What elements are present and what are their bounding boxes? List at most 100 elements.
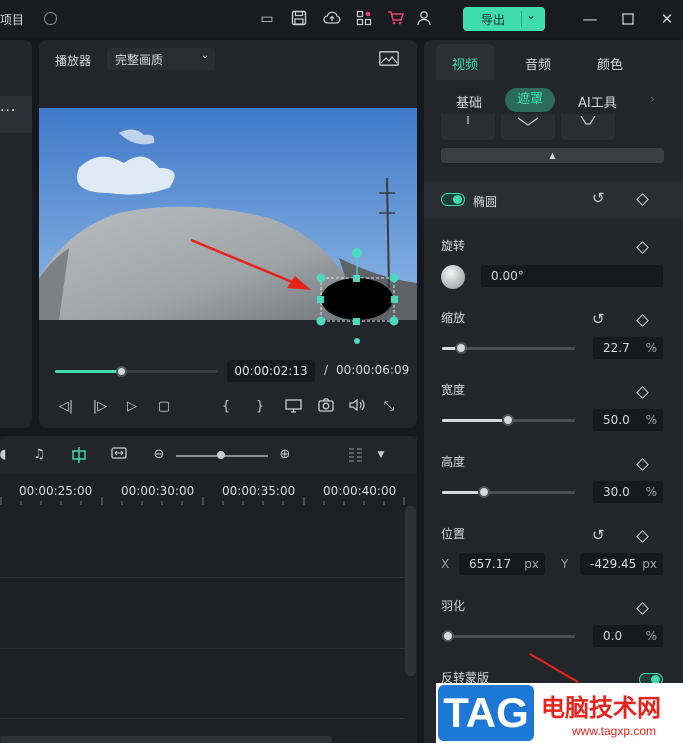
next-frame-icon[interactable]: |▷ <box>91 398 109 416</box>
minimize-icon[interactable]: — <box>580 9 600 29</box>
position-y-input[interactable]: -429.45 px <box>580 553 663 575</box>
mark-out-icon[interactable]: } <box>251 398 269 416</box>
mask-shape-heart[interactable] <box>501 114 555 140</box>
mask-name: 椭圆 <box>473 195 498 209</box>
mask-overlay[interactable] <box>309 240 409 350</box>
position-y-value: -429.45 <box>590 557 637 571</box>
timeline-scrollbar[interactable] <box>405 506 416 676</box>
width-label: 宽度 <box>441 383 466 397</box>
user-icon[interactable] <box>415 10 433 28</box>
scale-label: 缩放 <box>441 311 466 325</box>
mask-shape-star[interactable] <box>561 114 615 140</box>
save-icon[interactable] <box>290 10 308 28</box>
reset-icon[interactable]: ↺ <box>592 189 605 207</box>
tab-color[interactable]: 颜色 <box>597 54 623 73</box>
cloud-upload-icon[interactable] <box>323 10 341 28</box>
export-divider <box>521 11 522 27</box>
playhead-handle[interactable] <box>116 366 127 377</box>
play-icon[interactable]: ▷ <box>123 398 141 416</box>
status-check-icon[interactable] <box>44 12 57 25</box>
scale-value: 22.7 <box>603 341 630 355</box>
tab-video[interactable]: 视频 <box>452 54 478 73</box>
feather-slider-track[interactable] <box>442 635 575 638</box>
volume-icon[interactable] <box>348 398 366 416</box>
track-divider <box>0 577 405 578</box>
ruler-ticks <box>0 497 405 505</box>
microphone-icon[interactable]: ◖ <box>0 446 12 464</box>
mask-enable-toggle[interactable] <box>441 193 465 206</box>
rotation-input[interactable]: 0.00° <box>481 265 663 287</box>
position-x-label: X <box>441 557 450 571</box>
stop-icon[interactable]: ▢ <box>155 398 173 416</box>
width-input[interactable]: 50.0 % <box>593 409 663 431</box>
feather-label: 羽化 <box>441 599 466 613</box>
more-options-icon[interactable]: ··· <box>0 103 16 119</box>
annotation-arrow <box>190 238 311 290</box>
snapshot-image-icon[interactable] <box>379 51 399 66</box>
current-timecode[interactable]: 00:00:02:13 <box>227 360 315 382</box>
zoom-out-icon[interactable]: ⊖ <box>150 446 168 464</box>
grid-apps-icon[interactable] <box>355 10 373 28</box>
ruler-tick-label: 00:00:40:00 <box>323 484 397 498</box>
rotation-dial[interactable] <box>441 265 465 289</box>
scale-input[interactable]: 22.7 % <box>593 337 663 359</box>
watermark-url: www.tagxp.com <box>572 724 657 738</box>
height-slider-handle[interactable] <box>478 486 490 498</box>
width-unit: % <box>645 413 657 427</box>
music-note-icon[interactable]: ♫ <box>30 446 48 464</box>
height-input[interactable]: 30.0 % <box>593 481 663 503</box>
playback-progress-fill <box>55 370 121 373</box>
position-x-value: 657.17 <box>469 557 511 571</box>
maximize-icon[interactable] <box>618 9 638 29</box>
timeline-h-scrollbar[interactable] <box>0 736 332 743</box>
reset-icon[interactable]: ↺ <box>592 310 605 328</box>
caret-down-icon[interactable]: ▼ <box>372 446 390 464</box>
zoom-in-icon[interactable]: ⊕ <box>276 446 294 464</box>
height-label: 高度 <box>441 455 466 469</box>
position-x-input[interactable]: 657.17 px <box>459 553 545 575</box>
subtab-ai-tools[interactable]: AI工具 <box>578 92 617 111</box>
subtab-mask[interactable]: 遮罩 <box>505 88 555 112</box>
height-value: 30.0 <box>603 485 630 499</box>
rotation-value: 0.00° <box>491 269 524 283</box>
tab-audio[interactable]: 音频 <box>525 54 551 73</box>
toggle-knob <box>453 194 462 204</box>
width-slider-fill <box>442 419 508 422</box>
reset-icon[interactable]: ↺ <box>592 526 605 544</box>
subtab-basic[interactable]: 基础 <box>456 92 482 111</box>
mask-shape-line[interactable] <box>441 114 495 140</box>
ruler-tick-label: 00:00:30:00 <box>121 484 195 498</box>
camera-icon[interactable] <box>317 398 335 416</box>
cart-icon[interactable] <box>387 10 405 28</box>
fullscreen-icon[interactable]: ⤡ <box>380 398 398 416</box>
snap-magnet-icon[interactable] <box>70 446 88 464</box>
zoom-slider-handle[interactable] <box>217 451 225 459</box>
chevron-down-icon: ⌄ <box>201 50 210 61</box>
layout-icon[interactable]: ▭ <box>258 10 276 28</box>
feather-input[interactable]: 0.0 % <box>593 625 663 647</box>
ruler-tick-label: 00:00:25:00 <box>19 484 93 498</box>
collapse-shapes-button[interactable]: ▲ <box>441 148 664 163</box>
audio-meter-icon[interactable] <box>347 446 365 464</box>
fit-timeline-icon[interactable] <box>110 446 128 464</box>
export-button[interactable]: 导出 ⌄ <box>463 7 545 31</box>
feather-slider-handle[interactable] <box>442 630 454 642</box>
timecode-separator: / <box>324 363 329 377</box>
quality-dropdown[interactable]: 完整画质 ⌄ <box>107 48 215 70</box>
chevron-down-icon[interactable]: ⌄ <box>526 8 536 22</box>
ruler-tick-label: 00:00:35:00 <box>222 484 296 498</box>
width-slider-handle[interactable] <box>502 414 514 426</box>
position-x-unit: px <box>524 557 539 571</box>
track-divider <box>0 648 405 649</box>
close-icon[interactable]: ✕ <box>657 9 677 29</box>
watermark-logo: TAG <box>438 685 534 741</box>
chevron-right-icon[interactable]: › <box>650 92 655 106</box>
mark-in-icon[interactable]: { <box>217 398 235 416</box>
quality-value: 完整画质 <box>115 53 164 67</box>
rotation-label: 旋转 <box>441 239 466 253</box>
position-y-unit: px <box>642 557 657 571</box>
timeline-tracks[interactable] <box>0 506 405 743</box>
scale-slider-handle[interactable] <box>455 342 467 354</box>
display-settings-icon[interactable] <box>283 398 305 416</box>
prev-frame-icon[interactable]: ◁| <box>57 398 75 416</box>
